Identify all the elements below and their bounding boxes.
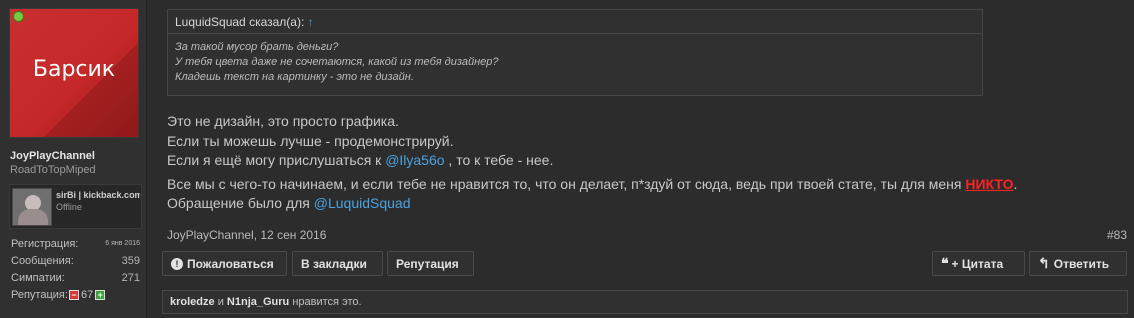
jump-to-quote-icon[interactable]: ↑: [308, 15, 314, 29]
quote-line: Кладешь текст на картинку - это не дизай…: [175, 71, 414, 83]
mention-link[interactable]: @Ilya56o: [385, 152, 444, 168]
reputation-controls: − 67 +: [69, 289, 106, 301]
quote-block: LuquidSquad сказал(а): ↑ За такой мусор …: [167, 9, 983, 96]
quote-line: За такой мусор брать деньги?: [175, 41, 339, 53]
quote-line: У тебя цвета даже не сочетаются, какой и…: [175, 56, 499, 68]
message-line: Если ты можешь лучше - продемонстрируй.: [167, 132, 454, 149]
mention-link[interactable]: @LuquidSquad: [314, 195, 411, 211]
message-text: .: [1013, 175, 1018, 192]
message-text: Обращение было для: [167, 195, 314, 211]
message-text: Все мы с чего-то начинаем, и если тебе н…: [167, 175, 966, 192]
message-body: Это не дизайн, это просто графика. Если …: [167, 112, 1017, 214]
stat-label: Репутация:: [11, 289, 68, 301]
status-card-status: Offline: [56, 202, 82, 212]
reputation-minus-icon[interactable]: −: [69, 290, 79, 300]
quote-label: + Цитата: [951, 256, 1004, 271]
likes-and: и: [217, 296, 224, 308]
likes-summary: kroledze и N1nja_Guru нравится это.: [162, 290, 1128, 314]
message-line: Обращение было для @LuquidSquad: [167, 194, 1017, 214]
quote-author: LuquidSquad сказал(а):: [175, 15, 305, 29]
stat-reputation: Репутация: − 67 +: [11, 287, 140, 304]
user-avatar[interactable]: Барсик: [9, 8, 139, 138]
stat-value: 6 янв 2016: [105, 240, 140, 247]
reply-arrow-icon: ↰: [1038, 255, 1050, 271]
reply-label: Ответить: [1053, 256, 1110, 271]
reputation-label: Репутация: [396, 256, 459, 271]
liker-link[interactable]: N1nja_Guru: [227, 296, 289, 308]
user-stats: Регистрация: 6 янв 2016 Сообщения: 359 С…: [11, 236, 140, 304]
liker-link[interactable]: kroledze: [170, 296, 215, 308]
report-label: Пожаловаться: [187, 256, 274, 271]
user-title: RoadToTopMiped: [10, 164, 96, 176]
stat-label: Симпатии:: [11, 272, 65, 284]
message-text: , то к тебе - нее.: [444, 152, 554, 168]
stat-value: 271: [121, 272, 140, 284]
avatar-shadow: [31, 35, 138, 137]
message-line: Все мы с чего-то начинаем, и если тебе н…: [167, 175, 1017, 195]
reputation-value: 67: [81, 289, 94, 301]
status-card-name: sirBi | kickback.com: [56, 190, 140, 200]
username[interactable]: JoyPlayChannel: [10, 150, 95, 162]
steam-status-card[interactable]: sirBi | kickback.com Offline: [9, 184, 142, 229]
stat-label: Регистрация:: [11, 238, 79, 250]
quote-body: За такой мусор брать деньги? У тебя цвет…: [168, 34, 982, 91]
stat-messages: Сообщения: 359: [11, 253, 140, 270]
highlighted-word: НИКТО: [965, 175, 1014, 192]
stat-label: Сообщения:: [11, 255, 74, 267]
stat-value[interactable]: 359: [122, 255, 140, 267]
message-line: Если я ещё могу прислушаться к @Ilya56o …: [167, 151, 1017, 171]
quote-icon: ❝: [941, 255, 948, 271]
post-author-date[interactable]: JoyPlayChannel, 12 сен 2016: [167, 228, 326, 242]
avatar-text: Барсик: [32, 57, 116, 82]
avatar-body: [18, 209, 48, 225]
stat-likes: Симпатии: 271: [11, 270, 140, 287]
stat-registration: Регистрация: 6 янв 2016: [11, 236, 140, 253]
bookmark-button[interactable]: В закладки: [292, 251, 383, 276]
online-indicator: [13, 11, 24, 22]
reputation-button[interactable]: Репутация: [387, 251, 474, 276]
report-button[interactable]: ! Пожаловаться: [162, 251, 287, 276]
bookmark-label: В закладки: [301, 256, 367, 271]
reply-button[interactable]: ↰ Ответить: [1029, 251, 1127, 276]
user-panel: Барсик JoyPlayChannel RoadToTopMiped sir…: [0, 0, 147, 318]
quote-header: LuquidSquad сказал(а): ↑: [168, 10, 982, 34]
reputation-plus-icon[interactable]: +: [95, 290, 106, 300]
status-card-avatar: [12, 188, 52, 226]
likes-suffix: нравится это.: [292, 296, 362, 308]
message-text: Если я ещё могу прислушаться к: [167, 152, 386, 168]
message-line: Это не дизайн, это просто графика.: [167, 113, 399, 129]
post-permalink[interactable]: #83: [1107, 228, 1127, 242]
warning-icon: !: [171, 257, 183, 270]
quote-button[interactable]: ❝ + Цитата: [932, 251, 1025, 276]
